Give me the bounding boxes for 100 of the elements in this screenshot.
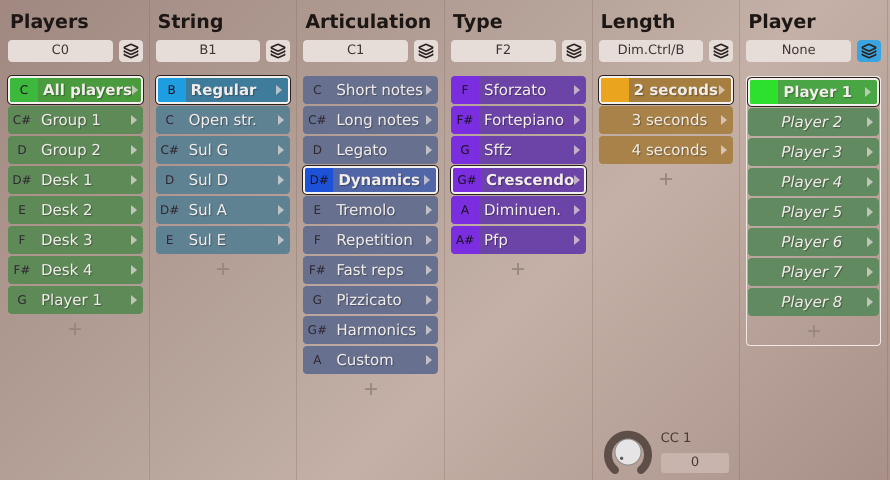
list-item[interactable]: C# Long notes [303,106,438,134]
list-item[interactable]: F# Fortepiano [451,106,586,134]
layers-button[interactable] [118,40,143,62]
arrow-icon [132,85,138,95]
layers-icon [418,43,434,59]
list-item[interactable]: A Custom [303,346,438,374]
knob[interactable] [602,428,653,474]
list-item[interactable]: Player 2 [748,108,879,136]
list-item[interactable]: Player 3 [748,138,879,166]
list-item[interactable]: C# Sul G [156,136,290,164]
keyswitch-field[interactable]: None [746,40,851,62]
list-item[interactable]: E Desk 2 [8,196,143,224]
list-item[interactable]: 4 seconds [598,136,734,164]
layers-icon [270,43,286,59]
key-label: F# [14,262,30,279]
item-label: Pizzicato [335,290,403,311]
key-label: F [18,232,26,249]
list-item[interactable]: D# Desk 1 [8,166,143,194]
arrow-icon [867,267,873,277]
list-item[interactable]: F Desk 3 [8,226,143,254]
list-item[interactable]: Player 1 [748,78,879,106]
arrow-icon [721,115,728,125]
list-item[interactable]: Player 4 [748,168,879,196]
list-item[interactable]: G# Harmonics [303,316,438,344]
list-item[interactable]: E Tremolo [303,196,438,224]
list-item[interactable]: A Diminuen. [451,196,586,224]
list-item[interactable]: G# Crescendo [451,166,586,194]
list-item[interactable]: A# Pfp [451,226,586,254]
list-item[interactable]: Player 6 [748,228,879,256]
knob-value-field[interactable]: 0 [660,452,730,473]
item-label: Fast reps [335,260,405,281]
layers-button[interactable] [562,40,586,62]
list-item[interactable]: F# Desk 4 [8,256,143,284]
list-item[interactable]: D# Dynamics [303,166,438,194]
key-label: C# [308,112,327,129]
arrow-icon [278,145,284,155]
list-item[interactable]: C# Group 1 [8,106,143,134]
key-label: F [314,232,321,249]
layers-button[interactable] [857,40,881,62]
item-label: Desk 3 [40,230,94,251]
layers-button[interactable] [414,40,438,62]
item-label: Tremolo [335,200,396,221]
list-item[interactable]: D Group 2 [8,136,143,164]
arrow-icon [867,117,873,127]
list-item[interactable]: 3 seconds [598,106,734,134]
item-label: Harmonics [335,320,418,341]
item-label: Group 1 [40,110,102,131]
knob-label: CC 1 [660,430,692,448]
arrow-icon [719,85,726,95]
list-item[interactable]: B Regular [156,76,290,104]
list-item[interactable]: Player 7 [748,258,879,286]
list-item[interactable]: E Sul E [156,226,290,254]
layers-icon [566,43,582,59]
layers-button[interactable] [266,40,290,62]
key-label: C [165,112,174,129]
arrow-icon [574,175,580,185]
arrow-icon [574,145,580,155]
list-item[interactable]: C All players [8,76,143,104]
keyswitch-field[interactable]: F2 [451,40,556,62]
list-item[interactable]: G Player 1 [8,286,143,314]
keyswitch-field[interactable]: C1 [303,40,408,62]
list-item[interactable]: F Repetition [303,226,438,254]
list-item[interactable]: Player 8 [748,288,879,316]
arrow-icon [574,205,580,215]
item-label: 4 seconds [630,140,708,161]
item-label: Desk 4 [40,260,94,281]
item-label: Desk 1 [40,170,94,191]
item-label: Legato [335,140,388,161]
arrow-icon [426,115,432,125]
arrow-icon [574,115,580,125]
item-label: Long notes [335,110,420,131]
key-label: F [462,82,468,99]
key-label: C [20,82,28,99]
list-item[interactable]: D Legato [303,136,438,164]
arrow-icon [276,85,282,95]
list-item[interactable]: D# Sul A [156,196,290,224]
list-item[interactable]: F# Fast reps [303,256,438,284]
list-item[interactable]: 2 seconds [598,76,734,104]
arrow-icon [130,115,137,125]
column-title: Length [600,10,676,35]
keyswitch-field[interactable]: Dim.Ctrl/B [598,40,704,62]
list-item[interactable]: G Pizzicato [303,286,438,314]
list-item[interactable]: C Open str. [156,106,290,134]
arrow-icon [867,177,873,187]
key-label: G [312,292,322,309]
list-item[interactable]: C Short notes [303,76,438,104]
item-label: Regular [190,80,258,101]
list-item[interactable]: G Sffz [451,136,586,164]
list-item[interactable]: D Sul D [156,166,290,194]
arrow-icon [278,235,284,245]
list-item[interactable]: Player 5 [748,198,879,226]
keyswitch-field[interactable]: C0 [8,40,113,62]
layers-icon [713,43,730,59]
key-label: F# [308,262,326,279]
item-label: 2 seconds [632,80,719,101]
item-label: 3 seconds [630,110,708,131]
item-label: Repetition [335,230,414,251]
layers-button[interactable] [709,40,734,62]
list-item[interactable]: F Sforzato [451,76,586,104]
keyswitch-field[interactable]: B1 [156,40,260,62]
